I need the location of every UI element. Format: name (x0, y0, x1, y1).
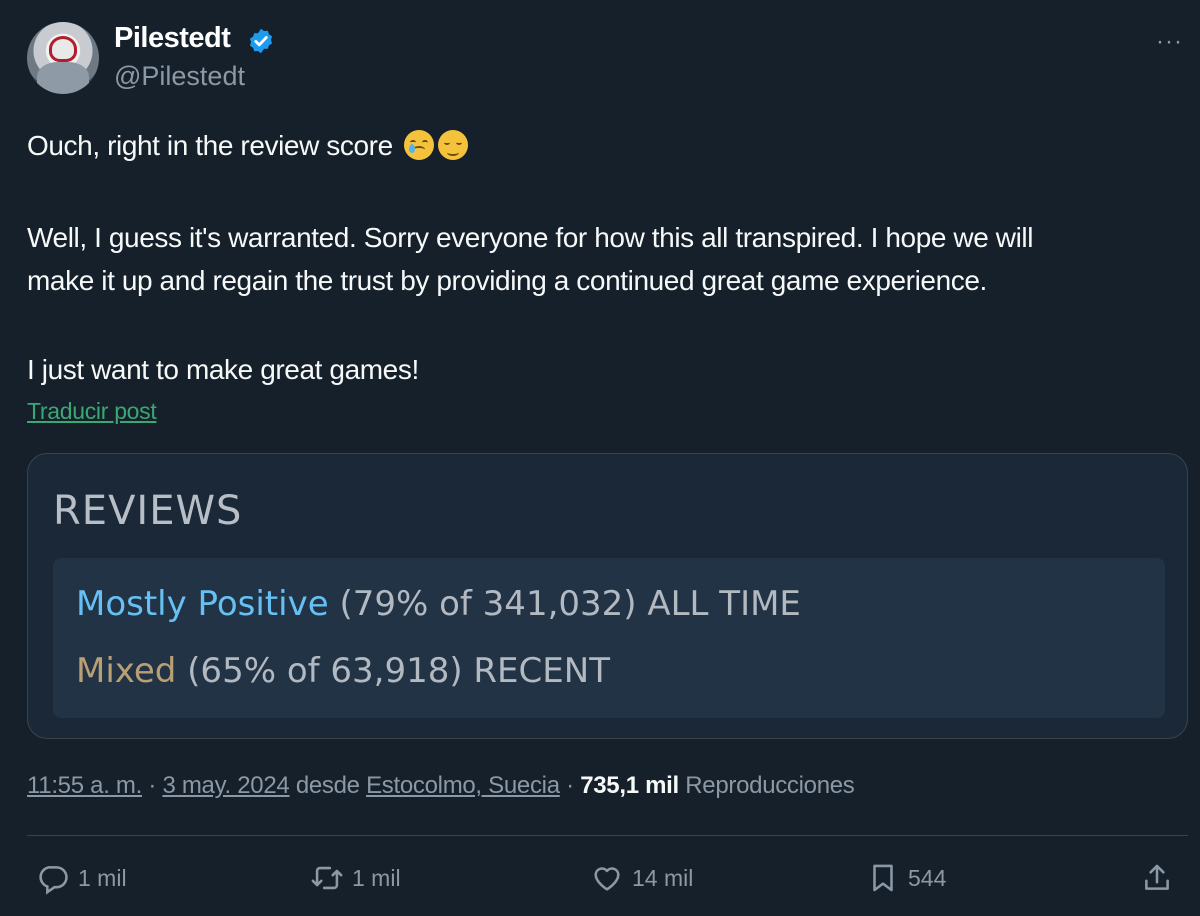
meta-separator: · (142, 772, 163, 799)
views-count: 735,1 mil (580, 772, 679, 799)
like-count: 14 mil (632, 864, 694, 891)
like-button[interactable]: 14 mil (590, 860, 693, 896)
reply-icon (39, 866, 68, 895)
post-line-2b: make it up and regain the trust by provi… (27, 265, 987, 296)
post-date[interactable]: 3 may. 2024 (162, 772, 289, 799)
repost-icon (311, 866, 343, 890)
unamused-face-emoji-icon (438, 130, 469, 160)
meta-from: desde (289, 772, 367, 799)
review-recent: Mixed (65% of 63,918) RECENT (76, 651, 610, 691)
more-options-icon[interactable]: ··· (1156, 28, 1183, 56)
review-all-time-rating: Mostly Positive (76, 584, 329, 624)
bookmark-button[interactable]: 544 (866, 860, 946, 896)
avatar[interactable] (27, 22, 99, 94)
bookmark-icon (873, 864, 893, 892)
meta-separator: · (559, 772, 581, 799)
attached-image-reviews[interactable]: REVIEWS Mostly Positive (79% of 341,032)… (27, 453, 1188, 739)
reply-count: 1 mil (78, 864, 127, 891)
reply-button[interactable]: 1 mil (36, 860, 127, 896)
crying-face-emoji-icon (404, 130, 435, 160)
post-line-2a: Well, I guess it's warranted. Sorry ever… (27, 222, 1034, 253)
verified-badge-icon (249, 28, 273, 54)
post-line-3: I just want to make great games! (27, 354, 419, 385)
divider (27, 835, 1188, 836)
author-name[interactable]: Pilestedt (114, 22, 231, 55)
author-handle[interactable]: @Pilestedt (114, 61, 245, 92)
repost-button[interactable]: 1 mil (310, 860, 401, 896)
share-icon (1145, 864, 1169, 890)
review-recent-rating: Mixed (76, 651, 177, 691)
repost-count: 1 mil (352, 864, 401, 891)
review-all-time: Mostly Positive (79% of 341,032) ALL TIM… (76, 584, 801, 624)
views-label: Reproducciones (678, 772, 855, 799)
heart-icon (594, 867, 620, 891)
post-time[interactable]: 11:55 a. m. (27, 772, 142, 799)
review-all-time-detail: (79% of 341,032) ALL TIME (339, 584, 801, 624)
post-line-1-text: Ouch, right in the review score (27, 130, 393, 161)
review-recent-detail: (65% of 63,918) RECENT (187, 651, 610, 691)
share-button[interactable] (1140, 860, 1182, 896)
post-line-1: Ouch, right in the review score (27, 124, 469, 167)
reviews-summary-box: Mostly Positive (79% of 341,032) ALL TIM… (53, 558, 1165, 718)
translate-post-link[interactable]: Traducir post (27, 398, 157, 425)
post-metadata: 11:55 a. m. · 3 may. 2024 desde Estocolm… (27, 772, 855, 800)
bookmark-count: 544 (908, 864, 947, 891)
post-location[interactable]: Estocolmo, Suecia (366, 772, 560, 799)
reviews-title: REVIEWS (53, 488, 243, 534)
